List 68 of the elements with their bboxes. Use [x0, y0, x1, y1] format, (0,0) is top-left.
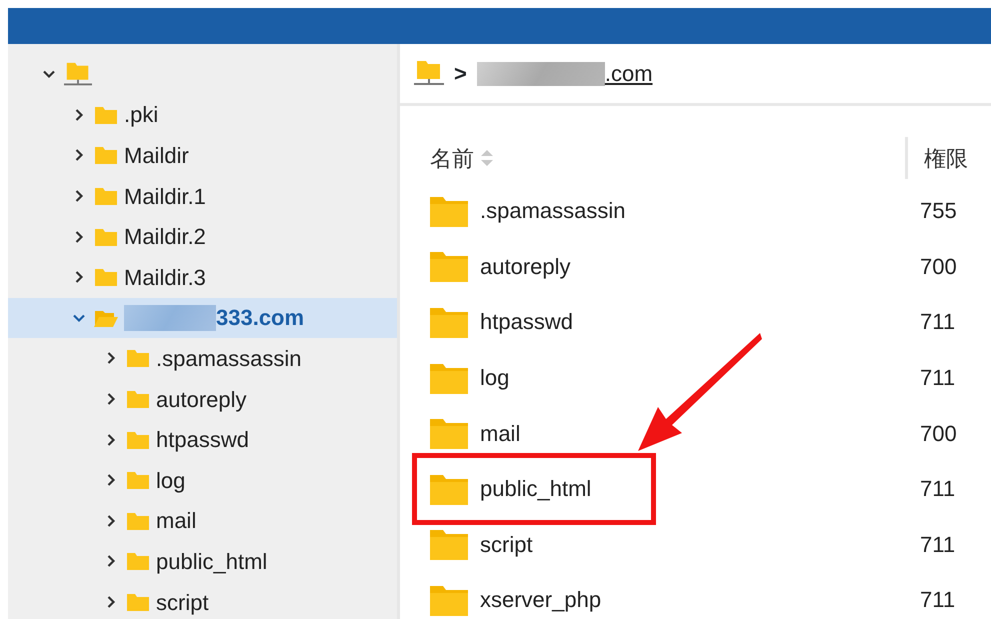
tree-item-label: Maildir.2 — [124, 223, 206, 252]
folder-icon — [430, 250, 468, 282]
folder-icon — [126, 389, 150, 410]
permission-value: 755 — [920, 197, 957, 226]
permission-value: 700 — [920, 420, 957, 448]
tree-item-label: Maildir.1 — [124, 182, 206, 211]
folder-icon — [430, 306, 468, 338]
folder-icon — [126, 592, 150, 612]
folder-icon — [430, 528, 468, 560]
permission-value: 711 — [920, 364, 956, 392]
tree-item-label: log — [156, 466, 186, 495]
tree-item-label: mail — [156, 507, 196, 536]
tree-item-label: .spamassassin — [156, 344, 302, 373]
breadcrumb-separator: > — [454, 60, 467, 88]
folder-icon — [126, 510, 150, 531]
folder-icon — [430, 417, 468, 450]
tree-item[interactable]: log — [8, 460, 397, 501]
tree-item[interactable]: mail — [8, 500, 397, 542]
folder-icon — [430, 472, 468, 505]
file-name[interactable]: xserver_php — [480, 583, 602, 616]
tree-item[interactable]: Maildir.2 — [8, 216, 397, 257]
permission-value: 711 — [920, 475, 956, 504]
folder-icon — [126, 430, 150, 450]
tree-item-label: autoreply — [156, 386, 247, 414]
tree-item-label: Maildir — [124, 142, 189, 170]
folder-icon — [430, 584, 468, 616]
permission-value: 711 — [920, 530, 956, 559]
tree-item[interactable]: autoreply — [8, 378, 397, 420]
folder-icon — [126, 551, 150, 572]
file-name[interactable]: htpasswd — [480, 305, 573, 338]
tree-item[interactable]: .spamassassin — [8, 338, 397, 379]
network-folder-icon — [64, 62, 92, 87]
tree-item-label: 333.com — [216, 304, 304, 332]
file-name[interactable]: .spamassassin — [480, 194, 626, 228]
tree-item[interactable]: script — [8, 582, 397, 619]
file-name[interactable]: autoreply — [480, 250, 571, 283]
folder-icon — [94, 226, 118, 247]
column-header[interactable]: 名前 — [430, 142, 474, 174]
permission-value: 711 — [920, 308, 956, 336]
file-name[interactable]: script — [480, 528, 533, 561]
tree-item[interactable]: public_html — [8, 541, 397, 582]
file-name[interactable]: log — [480, 361, 510, 394]
folder-icon — [430, 194, 468, 227]
file-name[interactable]: public_html — [480, 472, 592, 506]
tree-item-label: script — [156, 588, 209, 617]
tree-item[interactable]: htpasswd — [8, 419, 397, 460]
column-header[interactable]: 権限 — [924, 142, 968, 174]
network-folder-icon — [414, 60, 444, 87]
tree-item[interactable]: Maildir — [8, 135, 397, 176]
tree-item-label: public_html — [156, 548, 268, 576]
tree-item-label: htpasswd — [156, 426, 249, 454]
folder-icon — [126, 348, 150, 368]
tree-item[interactable]: .pki — [8, 94, 397, 136]
folder-icon — [94, 104, 118, 125]
folder-icon — [430, 362, 468, 394]
tree-item[interactable]: Maildir.3 — [8, 256, 397, 298]
tree-item[interactable]: Maildir.1 — [8, 176, 397, 216]
folder-icon — [94, 145, 118, 166]
tree-item-label: .pki — [124, 101, 158, 130]
folder-icon — [94, 267, 118, 288]
folder-icon — [94, 186, 118, 206]
breadcrumb-link[interactable]: .com — [604, 57, 653, 90]
tree-item-label: Maildir.3 — [124, 264, 206, 292]
tree-item[interactable]: 333.com — [8, 298, 397, 338]
permission-value: 700 — [920, 252, 957, 281]
folder-icon — [126, 470, 150, 490]
permission-value: 711 — [920, 586, 956, 614]
file-name[interactable]: mail — [480, 416, 520, 450]
